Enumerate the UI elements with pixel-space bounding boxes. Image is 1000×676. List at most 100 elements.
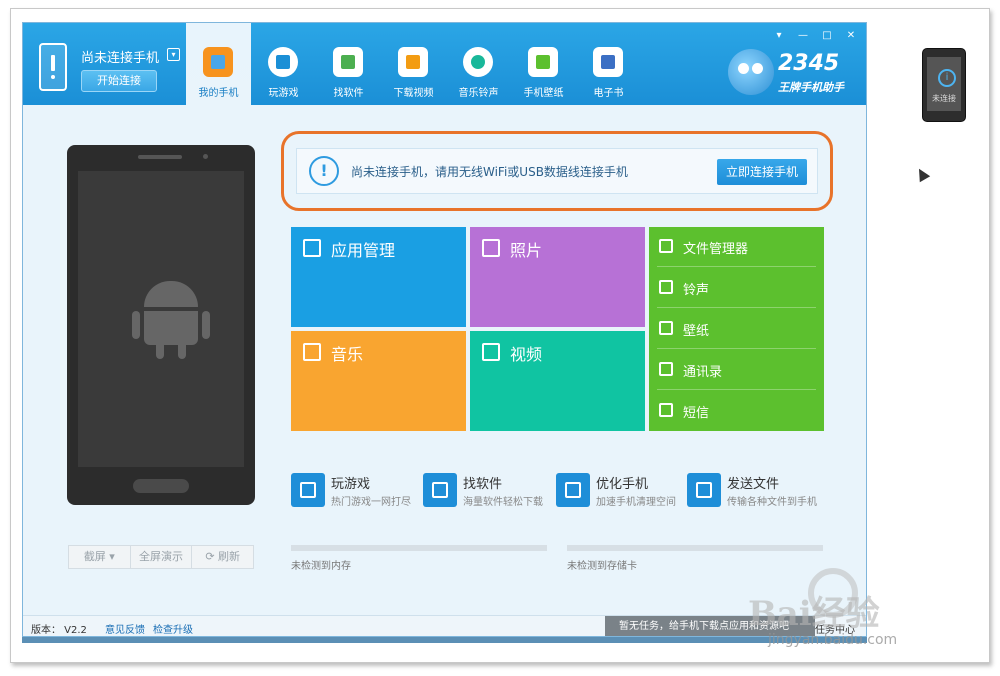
quick-subtitle: 海量软件轻松下载 <box>463 497 543 508</box>
close-icon[interactable]: ✕ <box>844 29 858 43</box>
tile-label: 视频 <box>510 345 543 364</box>
quick-send-file[interactable]: 发送文件 传输各种文件到手机 <box>687 471 817 511</box>
refresh-button[interactable]: ⟳ 刷新 <box>192 546 253 568</box>
phone-tools: 截屏 ▾ 全屏演示 ⟳ 刷新 <box>68 545 254 569</box>
mascot-icon <box>728 49 774 95</box>
side-item-contacts[interactable]: 通讯录 <box>657 350 816 390</box>
music-note-icon <box>463 47 493 77</box>
status-bar: 版本： V2.2 意见反馈 检查升级 暂无任务，给手机下载点应用和资源吧 任务中… <box>23 615 866 636</box>
info-icon: ! <box>309 156 339 186</box>
phone-preview <box>67 145 255 505</box>
main-nav: 我的手机 玩游戏 找软件 下载视频 音乐铃声 手机壁纸 电子书 <box>186 23 641 105</box>
quick-title: 发送文件 <box>727 477 780 492</box>
tile-label: 应用管理 <box>331 241 396 260</box>
quick-title: 玩游戏 <box>331 477 371 492</box>
quick-subtitle: 热门游戏一网打尽 <box>331 497 411 508</box>
quick-subtitle: 传输各种文件到手机 <box>727 497 817 508</box>
side-item-ringtone[interactable]: 铃声 <box>657 268 816 308</box>
nav-wallpaper[interactable]: 手机壁纸 <box>511 23 576 105</box>
watermark-brand: Bai经验 <box>748 594 880 634</box>
app-window: 尚未连接手机 ▾ 开始连接 我的手机 玩游戏 找软件 下载视频 音乐铃声 手机壁… <box>22 22 867 637</box>
nav-label: 下载视频 <box>393 88 434 99</box>
alert-message: 尚未连接手机，请用无线WiFi或USB数据线连接手机 <box>351 165 628 179</box>
side-item-label: 壁纸 <box>683 324 710 339</box>
book-icon <box>593 47 623 77</box>
top-bar: 尚未连接手机 ▾ 开始连接 我的手机 玩游戏 找软件 下载视频 音乐铃声 手机壁… <box>23 23 866 105</box>
connect-alert: ! 尚未连接手机，请用无线WiFi或USB数据线连接手机 立即连接手机 <box>281 131 833 211</box>
photo-icon <box>482 239 500 257</box>
logo-tagline: 王牌手机助手 <box>778 81 844 94</box>
feedback-link[interactable]: 意见反馈 <box>105 621 145 636</box>
my-phone-icon <box>203 47 233 77</box>
tile-label: 音乐 <box>331 345 364 364</box>
screenshot-button[interactable]: 截屏 ▾ <box>69 546 131 568</box>
video-icon <box>482 343 500 361</box>
nav-label: 手机壁纸 <box>523 88 564 99</box>
tile-music[interactable]: 音乐 <box>291 331 466 431</box>
side-item-sms[interactable]: 短信 <box>657 391 816 431</box>
tile-app-manager[interactable]: 应用管理 <box>291 227 466 327</box>
watermark: Bai经验 jingyan.baidu.com <box>748 568 978 658</box>
nav-software[interactable]: 找软件 <box>316 23 381 105</box>
broom-icon <box>556 473 590 507</box>
nav-label: 电子书 <box>593 88 624 99</box>
side-item-wallpaper[interactable]: 壁纸 <box>657 309 816 349</box>
phone-screen <box>78 171 244 467</box>
mail-icon <box>659 403 673 417</box>
apps-icon <box>423 473 457 507</box>
nav-label: 玩游戏 <box>268 88 299 99</box>
connect-now-button[interactable]: 立即连接手机 <box>717 159 807 185</box>
android-icon <box>132 281 210 361</box>
nav-my-phone[interactable]: 我的手机 <box>186 23 251 105</box>
taskbar-strip <box>22 637 867 643</box>
minimize-icon[interactable]: — <box>796 29 810 43</box>
paper-plane-icon <box>687 473 721 507</box>
tile-label: 照片 <box>510 241 543 260</box>
side-item-label: 短信 <box>683 406 710 421</box>
floating-phone-widget[interactable]: i 未连接 <box>922 48 966 122</box>
memory-bar <box>291 545 547 551</box>
quick-subtitle: 加速手机清理空间 <box>596 497 676 508</box>
side-item-label: 通讯录 <box>683 365 723 380</box>
nav-video-download[interactable]: 下载视频 <box>381 23 446 105</box>
side-menu: 文件管理器 铃声 壁纸 通讯录 短信 <box>649 227 824 431</box>
window-controls: ▾ — □ ✕ <box>772 29 858 43</box>
side-item-file-manager[interactable]: 文件管理器 <box>657 227 816 267</box>
fullscreen-button[interactable]: 全屏演示 <box>131 546 193 568</box>
quick-games[interactable]: 玩游戏 热门游戏一网打尽 <box>291 471 421 511</box>
side-item-label: 铃声 <box>683 283 710 298</box>
sdcard-bar <box>567 545 823 551</box>
maximize-icon[interactable]: □ <box>820 29 834 43</box>
quick-title: 优化手机 <box>596 477 649 492</box>
nav-label: 音乐铃声 <box>458 88 499 99</box>
watermark-url: jingyan.baidu.com <box>768 632 898 648</box>
tile-photos[interactable]: 照片 <box>470 227 645 327</box>
memory-label: 未检测到内存 <box>291 561 351 572</box>
film-icon <box>398 47 428 77</box>
start-connect-button[interactable]: 开始连接 <box>81 70 157 92</box>
landscape-icon <box>528 47 558 77</box>
logo-number: 2345 <box>778 51 840 76</box>
quick-title: 找软件 <box>463 477 503 492</box>
menu-icon[interactable]: ▾ <box>772 29 786 43</box>
grid-icon <box>303 239 321 257</box>
mini-phone-label: 未连接 <box>932 94 956 103</box>
nav-ringtones[interactable]: 音乐铃声 <box>446 23 511 105</box>
nav-label: 找软件 <box>333 88 364 99</box>
tile-video[interactable]: 视频 <box>470 331 645 431</box>
info-icon: i <box>938 69 956 87</box>
gamepad-icon <box>291 473 325 507</box>
connection-status: 尚未连接手机 <box>81 51 160 66</box>
nav-ebook[interactable]: 电子书 <box>576 23 641 105</box>
music-icon <box>303 343 321 361</box>
home-button <box>133 479 189 493</box>
upgrade-link[interactable]: 检查升级 <box>153 621 193 636</box>
quick-software[interactable]: 找软件 海量软件轻松下载 <box>423 471 553 511</box>
app-logo: 2345 王牌手机助手 <box>728 49 858 99</box>
image-icon <box>659 321 673 335</box>
quick-optimize[interactable]: 优化手机 加速手机清理空间 <box>556 471 686 511</box>
phone-status-icon <box>39 43 67 91</box>
file-icon <box>659 239 673 253</box>
device-dropdown[interactable]: ▾ <box>167 48 180 61</box>
nav-games[interactable]: 玩游戏 <box>251 23 316 105</box>
